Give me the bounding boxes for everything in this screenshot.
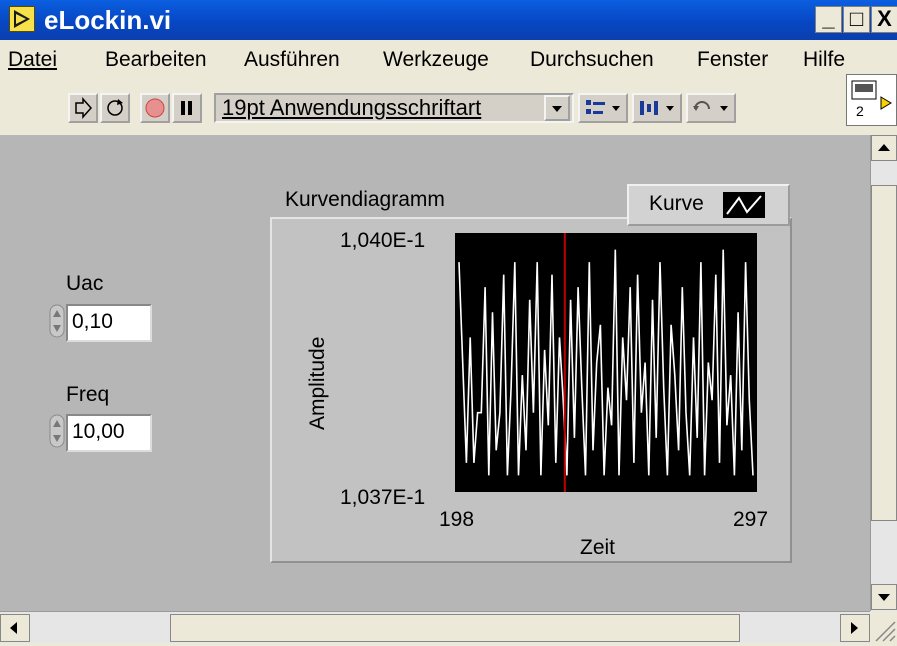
y-min-label: 1,037E-1 [340, 486, 426, 509]
reorder-button[interactable] [686, 93, 736, 123]
menu-label: Hilfe [803, 48, 846, 71]
maximize-button[interactable]: □ [843, 6, 870, 33]
menu-label: Datei [8, 48, 58, 71]
plot-background [455, 233, 757, 492]
horizontal-scrollbar[interactable] [0, 611, 870, 643]
freq-stepper[interactable] [49, 414, 65, 448]
menu-label: Bearbeiten [105, 48, 207, 71]
distribute-icon [640, 101, 674, 115]
connector-pane-icon[interactable]: 2 [846, 74, 897, 126]
menu-label: Werkzeuge [383, 48, 489, 71]
chart-title: Kurvendiagramm [285, 188, 445, 211]
scroll-right-button[interactable] [840, 614, 870, 642]
vertical-scroll-thumb[interactable] [871, 185, 897, 521]
scroll-up-button[interactable] [871, 135, 897, 161]
y-max-label: 1,040E-1 [340, 229, 426, 252]
scroll-left-button[interactable] [0, 614, 30, 642]
pause-button[interactable] [172, 93, 202, 123]
menu-bar: Datei Bearbeiten Ausführen Werkzeuge Dur… [0, 40, 897, 85]
arrow-down-icon [878, 594, 890, 601]
run-arrow-button[interactable] [68, 93, 98, 123]
arrow-left-icon [10, 622, 17, 634]
menu-datei[interactable]: Datei [8, 48, 57, 72]
title-bar: eLockin.vi _ □ X [0, 0, 897, 40]
resize-grip-icon[interactable] [870, 611, 897, 643]
legend-plot-sample [723, 192, 765, 218]
scroll-down-button[interactable] [871, 584, 897, 610]
legend-label: Kurve [649, 192, 704, 215]
menu-ausfuehren[interactable]: Ausführen [244, 48, 340, 72]
pause-icon [181, 101, 192, 115]
menu-werkzeuge[interactable]: Werkzeuge [383, 48, 489, 72]
close-button[interactable]: X [871, 6, 897, 33]
horizontal-scroll-thumb[interactable] [170, 614, 740, 642]
menu-hilfe[interactable]: Hilfe [803, 48, 845, 72]
menu-label: Ausführen [244, 48, 340, 71]
stop-icon [145, 98, 165, 118]
vi-icon [851, 80, 892, 110]
toolbar: 19pt Anwendungsschriftart [0, 85, 897, 135]
uac-input[interactable]: 0,10 [66, 304, 152, 342]
abort-button[interactable] [140, 93, 170, 123]
run-continuously-button[interactable] [100, 93, 130, 123]
vertical-scrollbar[interactable] [870, 135, 897, 611]
uac-label: Uac [66, 272, 104, 295]
menu-durchsuchen[interactable]: Durchsuchen [530, 48, 654, 72]
arrow-right-icon [851, 622, 858, 634]
freq-label: Freq [66, 383, 110, 406]
y-axis-label: Amplitude [306, 336, 329, 430]
plot-legend[interactable]: Kurve [627, 184, 790, 226]
menu-label: Durchsuchen [530, 48, 654, 71]
freq-input[interactable]: 10,00 [66, 414, 152, 452]
connector-number: 2 [856, 103, 864, 119]
run-continuously-icon [107, 99, 123, 116]
font-select-value: 19pt Anwendungsschriftart [222, 95, 482, 120]
plot-area[interactable] [455, 233, 757, 492]
font-select[interactable]: 19pt Anwendungsschriftart [214, 93, 574, 123]
distribute-objects-button[interactable] [632, 93, 682, 123]
window-title: eLockin.vi [44, 5, 172, 35]
font-dropdown-arrow[interactable] [544, 95, 570, 121]
menu-fenster[interactable]: Fenster [697, 48, 768, 72]
menu-label: Fenster [697, 48, 769, 71]
align-icon [586, 100, 620, 114]
minimize-button[interactable]: _ [815, 6, 842, 33]
run-arrow-icon [75, 97, 93, 119]
align-objects-button[interactable] [578, 93, 628, 123]
reorder-icon [693, 101, 728, 111]
labview-vi-icon[interactable] [9, 6, 35, 32]
uac-stepper[interactable] [49, 304, 65, 338]
x-min-label: 198 [439, 508, 475, 531]
menu-bearbeiten[interactable]: Bearbeiten [105, 48, 207, 72]
arrow-up-icon [878, 144, 890, 151]
x-max-label: 297 [733, 508, 769, 531]
chevron-down-icon [552, 106, 562, 112]
x-axis-label: Zeit [580, 536, 616, 559]
